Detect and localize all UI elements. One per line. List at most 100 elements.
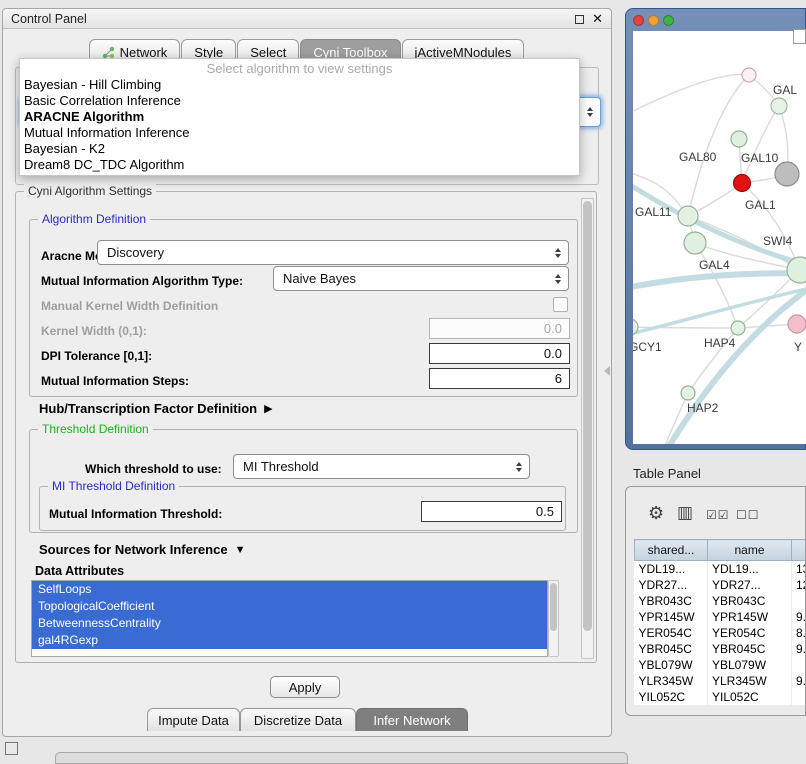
network-node[interactable] (771, 98, 787, 114)
network-node[interactable] (684, 232, 706, 254)
table-row[interactable]: YER054C YER054C 8. (635, 625, 806, 641)
table-row[interactable]: YBR043C YBR043C (635, 593, 806, 609)
data-attributes-list: SelfLoops TopologicalCoefficient Between… (31, 580, 548, 657)
cell: 9. (792, 641, 806, 657)
cell: 9. (792, 609, 806, 625)
table-row[interactable]: YIL052C YIL052C (635, 689, 806, 705)
settings-group-title: Cyni Algorithm Settings (24, 184, 156, 198)
apply-button-label: Apply (289, 680, 322, 695)
which-threshold-label: Which threshold to use: (85, 462, 222, 476)
deselect-all-checkboxes-icon[interactable]: ☐☐ (736, 508, 760, 522)
minimize-traffic-light[interactable] (648, 15, 659, 26)
attribute-item[interactable]: gal4RGexp (32, 632, 547, 649)
float-window-icon[interactable] (575, 15, 584, 24)
close-traffic-light[interactable] (633, 15, 644, 26)
cell: 8. (792, 625, 806, 641)
gear-icon[interactable]: ⚙ (648, 503, 664, 524)
cell (792, 593, 806, 609)
network-node[interactable] (681, 386, 695, 400)
cell: YLR345W (635, 673, 708, 689)
dropdown-item[interactable]: Basic Correlation Inference (20, 93, 579, 109)
tab-discretize-data[interactable]: Discretize Data (240, 708, 356, 731)
network-node-pink[interactable] (788, 315, 806, 333)
attributes-scrollbar-thumb[interactable] (550, 583, 557, 631)
minimized-panel-icon[interactable] (5, 742, 18, 755)
table-row[interactable]: YDL19... YDL19... 13 (635, 561, 806, 577)
kernel-width-input[interactable]: 0.0 (429, 318, 570, 339)
network-canvas[interactable]: GAL GAL80 GAL10 GAL11 GAL1 SWI4 GAL4 GCY… (633, 31, 806, 444)
cell: YIL052C (635, 689, 708, 705)
table-row[interactable]: YPR145W YPR145W 9. (635, 609, 806, 625)
network-node-gray[interactable] (775, 162, 799, 186)
apply-button[interactable]: Apply (270, 676, 340, 698)
kernel-width-value: 0.0 (544, 321, 562, 336)
columns-icon[interactable]: ▥ (677, 503, 693, 523)
table-header-row: shared... name (635, 540, 806, 561)
cell: 12 (792, 577, 806, 593)
tab-impute-data[interactable]: Impute Data (147, 708, 240, 731)
cell: YER054C (708, 625, 792, 641)
mi-type-combobox[interactable]: Naive Bayes (273, 266, 569, 291)
mi-type-value: Naive Bayes (283, 271, 356, 286)
tab-impute-data-label: Impute Data (158, 713, 229, 728)
cell: YBR045C (635, 641, 708, 657)
close-icon[interactable]: ✕ (592, 11, 603, 27)
node-label-gal80: GAL80 (679, 150, 717, 164)
table-row[interactable]: YDR27... YDR27... 12 (635, 577, 806, 593)
mi-type-label: Mutual Information Algorithm Type: (41, 274, 243, 288)
tab-infer-network[interactable]: Infer Network (356, 708, 468, 731)
expand-right-icon: ▶ (264, 402, 272, 415)
zoom-traffic-light[interactable] (663, 15, 674, 26)
dpi-tolerance-input[interactable]: 0.0 (429, 343, 570, 364)
hub-definition-expander[interactable]: Hub/Transcription Factor Definition ▶ (39, 401, 273, 416)
dropdown-item[interactable]: Bayesian - Hill Climbing (20, 77, 579, 93)
expand-down-icon: ▼ (235, 544, 246, 556)
settings-scrollbar-thumb[interactable] (583, 201, 592, 631)
mi-threshold-input[interactable]: 0.5 (421, 501, 562, 522)
node-table: shared... name YDL19... YDL19... 13 YDR2… (634, 539, 806, 705)
splitter-grip[interactable] (604, 366, 610, 376)
cell: YBL079W (635, 657, 708, 673)
network-node-red[interactable] (734, 175, 751, 192)
settings-scrollbar[interactable] (581, 198, 594, 659)
aracne-mode-combobox[interactable]: Discovery (97, 240, 569, 265)
birdseye-toggle[interactable] (793, 29, 806, 44)
sources-expander[interactable]: Sources for Network Inference ▼ (39, 542, 245, 557)
tab-infer-network-label: Infer Network (373, 713, 450, 728)
network-node[interactable] (678, 206, 698, 226)
column-header-shared-name[interactable]: shared... (635, 540, 708, 561)
dropdown-item[interactable]: Mutual Information Inference (20, 125, 579, 141)
table-row[interactable]: YLR345W YLR345W 9. (635, 673, 806, 689)
column-header-name[interactable]: name (708, 540, 792, 561)
cell: YBR043C (635, 593, 708, 609)
cell: YDL19... (708, 561, 792, 577)
control-panel-window: Control Panel ✕ Network Style Select Cyn… (2, 8, 612, 737)
cell: YIL052C (708, 689, 792, 705)
attribute-item[interactable]: SelfLoops (32, 581, 547, 598)
table-row[interactable]: YBR045C YBR045C 9. (635, 641, 806, 657)
dropdown-item-selected[interactable]: ARACNE Algorithm (20, 109, 579, 125)
mi-steps-input[interactable]: 6 (429, 368, 570, 389)
dropdown-item[interactable]: Bayesian - K2 (20, 141, 579, 157)
attribute-item[interactable]: TopologicalCoefficient (32, 598, 547, 615)
combobox-stepper-icon (555, 248, 561, 258)
mi-threshold-definition-title: MI Threshold Definition (48, 479, 179, 493)
select-all-checkboxes-icon[interactable]: ☑☑ (706, 508, 730, 522)
network-node[interactable] (731, 321, 745, 335)
dropdown-item[interactable]: Dream8 DC_TDC Algorithm (20, 157, 579, 173)
attributes-scrollbar[interactable] (548, 580, 559, 657)
cell: YDL19... (635, 561, 708, 577)
network-node[interactable] (731, 131, 747, 147)
manual-kernel-checkbox[interactable] (553, 297, 568, 312)
which-threshold-combobox[interactable]: MI Threshold (233, 454, 530, 479)
dropdown-prompt: Select algorithm to view settings (20, 61, 579, 77)
collapsed-bottom-panel[interactable] (55, 752, 628, 764)
dpi-tolerance-label: DPI Tolerance [0,1]: (41, 349, 152, 363)
network-node[interactable] (742, 68, 756, 82)
attribute-item[interactable]: BetweennessCentrality (32, 615, 547, 632)
table-row[interactable]: YBL079W YBL079W (635, 657, 806, 673)
cell: 13 (792, 561, 806, 577)
threshold-definition-title: Threshold Definition (38, 422, 153, 436)
column-header-partial[interactable] (792, 540, 806, 561)
node-label-gal4: GAL4 (699, 258, 730, 272)
